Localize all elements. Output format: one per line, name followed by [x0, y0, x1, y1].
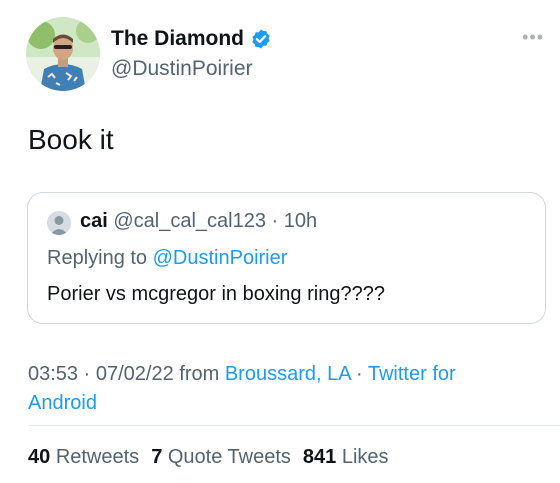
profile-photo-icon: [26, 17, 100, 91]
replying-prefix: Replying to: [47, 247, 153, 269]
author-avatar[interactable]: [26, 17, 100, 91]
author-handle[interactable]: @DustinPoirier: [111, 57, 253, 81]
quotes-label: Quote Tweets: [167, 446, 291, 468]
tweet-meta: 03:53 · 07/02/22 from Broussard, LA · Tw…: [28, 360, 528, 418]
retweets-label: Retweets: [55, 446, 140, 468]
quoted-separator: ·: [266, 210, 284, 232]
likes-stat[interactable]: 841 Likes: [303, 446, 389, 469]
quoted-tweet[interactable]: cai @cal_cal_cal123 · 10h Replying to @D…: [27, 192, 546, 324]
quoted-name[interactable]: cai: [80, 210, 108, 232]
tweet-date[interactable]: 07/02/22: [96, 363, 174, 385]
tweet-text: Book it: [28, 124, 114, 155]
meta-separator-2: ·: [350, 363, 368, 385]
author-name[interactable]: The Diamond: [111, 27, 272, 51]
meta-separator: ·: [78, 363, 96, 385]
quoted-text: Porier vs mcgregor in boxing ring????: [47, 283, 385, 305]
quoted-age[interactable]: 10h: [284, 210, 317, 232]
quoted-avatar[interactable]: [47, 211, 71, 235]
quoted-header: cai @cal_cal_cal123 · 10h: [80, 210, 317, 233]
location-link[interactable]: Broussard, LA: [225, 363, 351, 385]
quotes-count: 7: [151, 446, 163, 468]
tweet-card: The Diamond @DustinPoirier ••• Book it c…: [0, 0, 560, 483]
default-avatar-icon: [47, 211, 71, 235]
likes-count: 841: [302, 446, 337, 468]
replying-to: Replying to @DustinPoirier: [47, 247, 287, 270]
quoted-handle[interactable]: @cal_cal_cal123: [113, 210, 266, 232]
retweets-stat[interactable]: 40 Retweets: [28, 446, 139, 469]
tweet-time[interactable]: 03:53: [28, 363, 78, 385]
from-label: from: [173, 363, 225, 385]
quote-tweets-stat[interactable]: 7 Quote Tweets: [151, 446, 291, 469]
retweets-count: 40: [28, 446, 51, 468]
verified-badge-icon: [252, 29, 270, 49]
engagement-stats: 40 Retweets 7 Quote Tweets 841 Likes: [28, 446, 389, 469]
more-dots-icon[interactable]: •••: [522, 28, 544, 46]
divider: [28, 425, 560, 426]
likes-label: Likes: [341, 446, 389, 468]
replying-to-link[interactable]: @DustinPoirier: [153, 247, 288, 269]
author-name-text: The Diamond: [111, 27, 245, 50]
